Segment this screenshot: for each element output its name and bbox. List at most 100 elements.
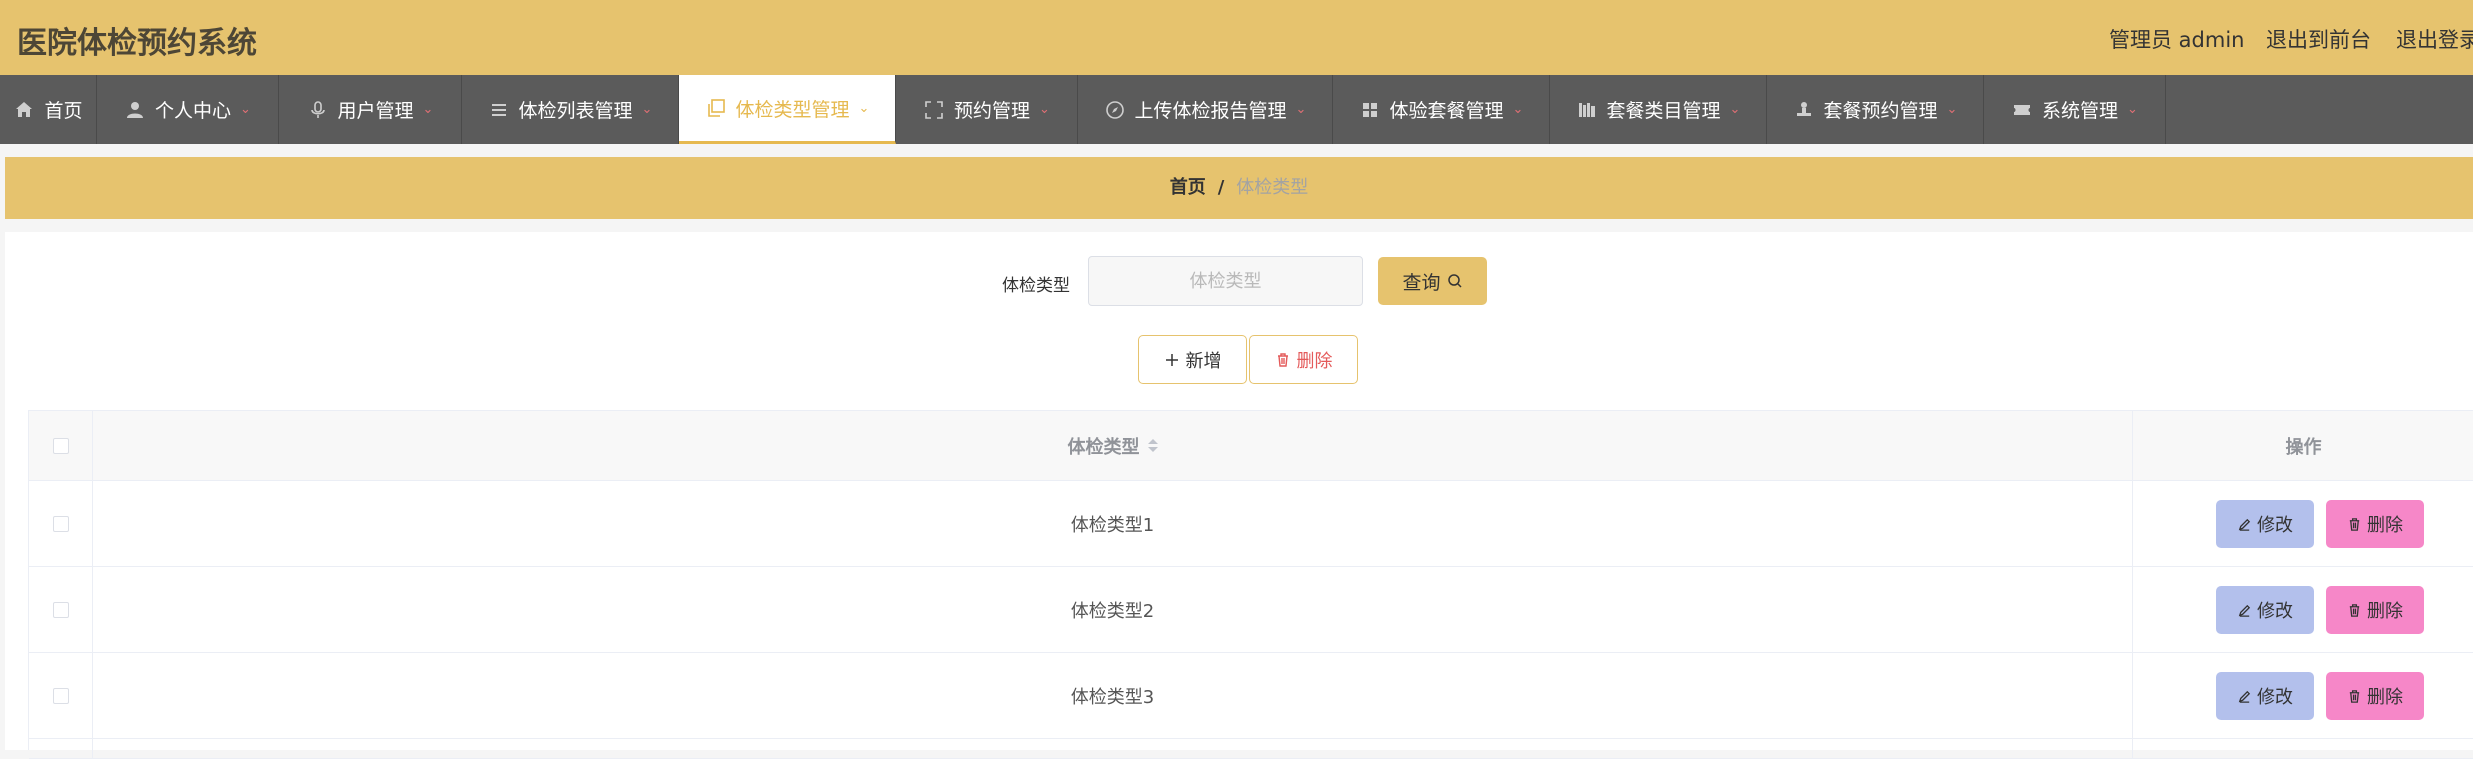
row-select-cell [29, 567, 93, 652]
chevron-down-icon: ⌄ [1946, 102, 1958, 117]
home-icon [13, 99, 35, 121]
chevron-down-icon: ⌄ [2127, 102, 2138, 117]
breadcrumb-home[interactable]: 首页 [1170, 177, 1206, 198]
admin-user-label: 管理员 admin [2109, 28, 2245, 52]
breadcrumb-separator: / [1217, 177, 1225, 198]
stamp-icon [1793, 99, 1815, 121]
row-ops-cell: 修改 删除 [2133, 481, 2473, 566]
nav-item-label: 体检列表管理 [518, 100, 633, 122]
column-header-ops-label: 操作 [2285, 436, 2322, 458]
delete-button[interactable]: 删除 [2326, 672, 2424, 720]
edit-button[interactable]: 修改 [2216, 672, 2314, 720]
nav-item-label: 上传体检报告管理 [1134, 100, 1287, 122]
delete-button[interactable]: 删除 [2326, 586, 2424, 634]
nav-item-label: 体检类型管理 [735, 98, 850, 121]
nav-item-label: 首页 [44, 100, 83, 122]
data-table: 体检类型 操作 体检类型1 修改 删除 体检类型2 修改 删除 体检类型3 修改… [28, 410, 2473, 759]
nav-item-home[interactable]: 首页 [0, 75, 97, 144]
search-input[interactable] [1088, 256, 1363, 306]
nav-item-label: 套餐类目管理 [1606, 100, 1721, 122]
exit-to-front-link[interactable]: 退出到前台 [2266, 24, 2371, 54]
list-icon [488, 99, 510, 121]
nav-item-label: 预约管理 [954, 100, 1031, 122]
pencil-icon [2237, 603, 2252, 618]
table-row-partial [29, 739, 2473, 759]
row-checkbox[interactable] [52, 601, 69, 618]
query-button[interactable]: 查询 [1378, 257, 1487, 305]
nav-item-label: 系统管理 [2042, 100, 2119, 122]
search-icon [1447, 273, 1463, 289]
edit-button[interactable]: 修改 [2216, 500, 2314, 548]
select-all-checkbox[interactable] [52, 437, 69, 454]
chevron-down-icon: ⌄ [641, 102, 653, 117]
sort-icon[interactable] [1147, 439, 1158, 452]
edit-button-label: 修改 [2257, 601, 2293, 622]
delete-button[interactable]: 删除 [2326, 500, 2424, 548]
plus-icon [1164, 352, 1180, 368]
nav-item-package-appointment[interactable]: 套餐预约管理 ⌄ [1767, 75, 1984, 144]
nav-item-label: 个人中心 [155, 100, 232, 122]
column-header-ops: 操作 [2133, 411, 2473, 480]
trash-icon [2347, 517, 2362, 532]
row-checkbox[interactable] [52, 687, 69, 704]
microphone-icon [307, 99, 329, 121]
nav-item-appointment[interactable]: 预约管理 ⌄ [896, 75, 1078, 144]
edit-button-label: 修改 [2257, 687, 2293, 708]
batch-delete-label: 删除 [1296, 350, 1333, 372]
fullscreen-icon [923, 99, 945, 121]
chevron-down-icon: ⌄ [1295, 102, 1307, 117]
nav-item-personal-center[interactable]: 个人中心 ⌄ [97, 75, 279, 144]
row-checkbox[interactable] [52, 515, 69, 532]
nav-item-package-management[interactable]: 体验套餐管理 ⌄ [1333, 75, 1550, 144]
nav-item-exam-list[interactable]: 体检列表管理 ⌄ [462, 75, 679, 144]
nav-item-label: 体验套餐管理 [1389, 100, 1504, 122]
nav-item-upload-report[interactable]: 上传体检报告管理 ⌄ [1078, 75, 1333, 144]
chevron-down-icon: ⌄ [858, 100, 870, 116]
delete-button-label: 删除 [2367, 515, 2403, 536]
table-row: 体检类型3 修改 删除 [29, 653, 2473, 739]
row-select-cell [29, 739, 93, 758]
batch-delete-button[interactable]: 删除 [1249, 335, 1358, 384]
books-icon [1576, 99, 1598, 121]
pencil-icon [2237, 517, 2252, 532]
nav-item-system[interactable]: 系统管理 ⌄ [1984, 75, 2166, 144]
row-select-cell [29, 481, 93, 566]
user-icon [124, 99, 146, 121]
table-row: 体检类型1 修改 删除 [29, 481, 2473, 567]
nav-item-package-category[interactable]: 套餐类目管理 ⌄ [1550, 75, 1767, 144]
table-header-row: 体检类型 操作 [29, 411, 2473, 481]
add-button-label: 新增 [1185, 350, 1222, 372]
search-label: 体检类型 [1002, 276, 1070, 296]
edit-button-label: 修改 [2257, 515, 2293, 536]
ticket-icon [2011, 99, 2033, 121]
row-ops-cell [2133, 739, 2473, 758]
nav-item-label: 套餐预约管理 [1823, 100, 1938, 122]
delete-button-label: 删除 [2367, 601, 2403, 622]
select-all-cell [29, 411, 93, 480]
row-type-cell: 体检类型2 [93, 567, 2133, 652]
chevron-down-icon: ⌄ [1039, 102, 1050, 117]
row-ops-cell: 修改 删除 [2133, 567, 2473, 652]
trash-icon [2347, 603, 2362, 618]
row-type-cell: 体检类型3 [93, 653, 2133, 738]
edit-button[interactable]: 修改 [2216, 586, 2314, 634]
copy-icon [705, 97, 727, 119]
column-header-type-label: 体检类型 [1067, 436, 1140, 458]
chevron-down-icon: ⌄ [240, 102, 251, 117]
nav-item-user-management[interactable]: 用户管理 ⌄ [279, 75, 462, 144]
breadcrumb: 首页 / 体检类型 [5, 157, 2473, 219]
add-button[interactable]: 新增 [1138, 335, 1247, 384]
column-header-type[interactable]: 体检类型 [93, 411, 2133, 480]
table-row: 体检类型2 修改 删除 [29, 567, 2473, 653]
query-button-label: 查询 [1402, 271, 1441, 294]
trash-icon [2347, 689, 2362, 704]
nav-item-exam-type[interactable]: 体检类型管理 ⌄ [679, 75, 896, 144]
row-type-cell: 体检类型1 [93, 481, 2133, 566]
compass-icon [1104, 99, 1126, 121]
top-header: 医院体检预约系统 管理员 admin 退出到前台 退出登录 [0, 0, 2473, 75]
nav-item-label: 用户管理 [337, 100, 414, 122]
chevron-down-icon: ⌄ [1729, 102, 1741, 117]
logout-link[interactable]: 退出登录 [2396, 24, 2473, 54]
chevron-down-icon: ⌄ [422, 102, 434, 117]
pencil-icon [2237, 689, 2252, 704]
